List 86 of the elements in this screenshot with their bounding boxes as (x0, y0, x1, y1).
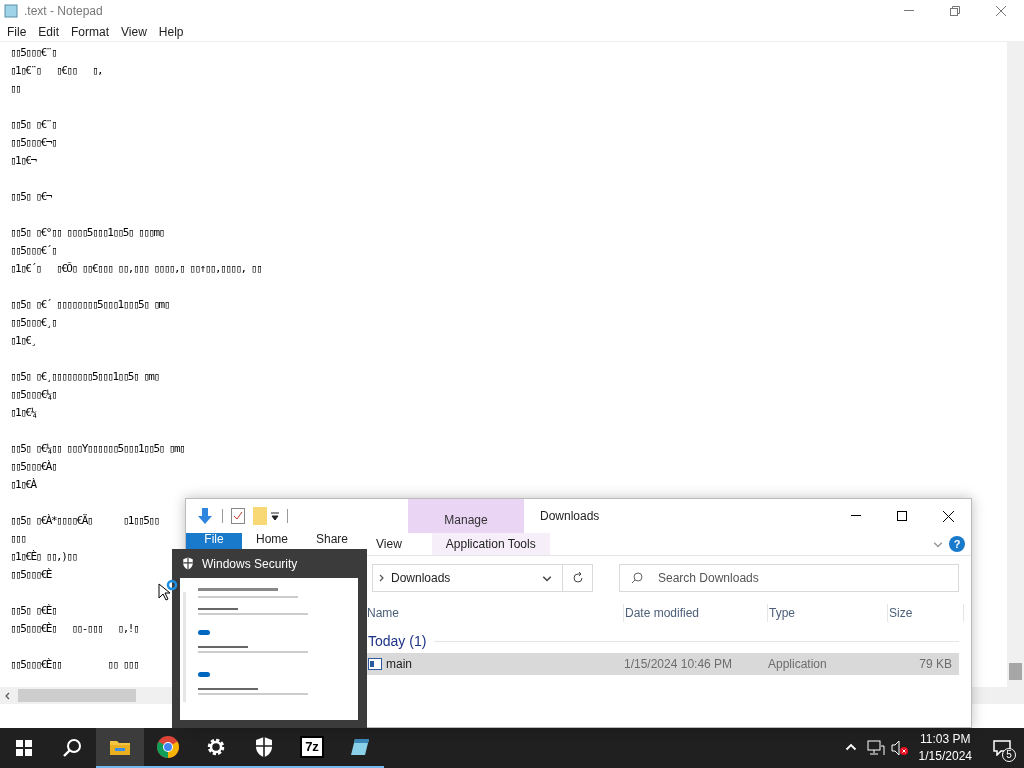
text-line: ▯▯▯ (10, 532, 26, 545)
text-line: ▯▯5▯▯▯€¬▯ (10, 136, 57, 149)
address-bar[interactable]: Downloads (372, 563, 593, 592)
text-line: ▯▯5▯ ▯€´ ▯▯▯▯▯▯▯▯5▯▯▯1▯▯▯5▯ ▯m▯ (10, 298, 169, 311)
column-header[interactable]: Date modified (624, 604, 768, 622)
scrollbar-thumb[interactable] (1009, 663, 1022, 680)
text-line: ▯▯5▯ ▯€¬ (10, 190, 51, 203)
clock-date: 1/15/2024 (918, 748, 972, 765)
close-icon (996, 6, 1006, 16)
windows-icon (16, 740, 32, 756)
text-line: ▯▯5▯▯▯€È▯ ▯▯-▯▯▯ ▯,!▯ (10, 622, 139, 635)
text-line: ▯▯5▯▯▯€¸▯ (10, 316, 57, 329)
file-size: 79 KB (918, 656, 952, 673)
context-tab-title: Manage (444, 512, 488, 529)
file-date: 1/15/2024 10:46 PM (624, 656, 734, 673)
scrollbar-thumb[interactable] (18, 689, 136, 702)
close-icon (942, 510, 954, 522)
text-line: ▯1▯€¬ (10, 154, 36, 167)
gear-icon (206, 737, 226, 757)
minimize-icon (904, 10, 914, 12)
scroll-left-icon[interactable] (4, 691, 12, 700)
folder-icon (109, 738, 131, 756)
help-icon[interactable]: ? (949, 536, 965, 552)
search-field[interactable]: Search Downloads (619, 563, 959, 592)
group-header[interactable]: Today (1) (368, 630, 427, 652)
chat-bubble-icon (993, 740, 1011, 756)
vertical-scrollbar[interactable] (1007, 42, 1024, 704)
search-icon (62, 738, 82, 758)
restore-icon (950, 6, 960, 16)
menu-item[interactable]: Edit (32, 22, 66, 41)
refresh-icon (571, 571, 584, 584)
window-title: .text - Notepad (24, 3, 103, 20)
minimize-icon (851, 515, 861, 517)
clock-time: 11:03 PM (920, 731, 971, 748)
preview-title: Windows Security (202, 555, 298, 573)
notepad-icon (349, 736, 371, 758)
menu-item[interactable]: View (115, 22, 153, 41)
search-icon (631, 571, 643, 584)
window-title: Downloads (540, 508, 600, 525)
text-line: ▯1▯€À (10, 478, 36, 491)
dropdown-icon[interactable] (271, 512, 279, 520)
text-line: ▯▯5▯▯▯€È▯▯ ▯▯ ▯▯▯ (10, 658, 139, 671)
network-icon[interactable] (866, 740, 885, 756)
menu-item[interactable]: File (1, 22, 33, 41)
text-line: ▯▯5▯ ▯€¨▯ (10, 118, 57, 131)
notification-button[interactable]: 5 (980, 728, 1024, 768)
file-row[interactable]: main 1/15/2024 10:46 PM Application 79 KB (366, 653, 959, 675)
shield-icon (254, 736, 274, 758)
properties-icon[interactable] (231, 508, 245, 524)
download-arrow-icon[interactable] (196, 507, 214, 525)
column-header[interactable]: Size (888, 604, 964, 622)
muted-speaker-icon[interactable] (890, 740, 909, 756)
text-line: ▯▯5▯ ▯€À*▯▯▯▯€Ä▯ ▯1▯▯5▯▯ (10, 514, 159, 527)
text-line: ▯▯5▯▯▯€´▯ (10, 244, 57, 257)
ribbon-tab[interactable]: Application Tools (431, 533, 550, 555)
text-line: ▯▯5▯▯▯€È (10, 568, 51, 581)
text-line: ▯▯5▯▯▯€¼▯ (10, 388, 57, 401)
notification-count: 5 (1002, 748, 1016, 762)
file-name: main (386, 656, 412, 673)
text-line: ▯▯5▯▯▯€¨▯ (10, 46, 57, 59)
breadcrumb-separator-icon[interactable] (377, 573, 385, 582)
notepad-icon (4, 4, 18, 18)
text-line: ▯▯5▯ ▯€¸▯▯▯▯▯▯▯▯5▯▯▯1▯▯5▯ ▯m▯ (10, 370, 159, 383)
taskbar-button[interactable] (96, 728, 144, 768)
cursor-icon (157, 579, 179, 601)
menu-item[interactable]: Help (152, 22, 190, 41)
shield-icon (182, 557, 194, 570)
breadcrumb-item[interactable]: Downloads (391, 568, 451, 587)
text-line: ▯1▯€¸ (10, 334, 36, 347)
file-type: Application (768, 656, 828, 673)
text-line: ▯1▯€È▯ ▯▯,)▯▯ (10, 550, 77, 563)
application-icon (368, 658, 382, 670)
window-preview-tooltip[interactable]: Windows Security (172, 549, 367, 728)
maximize-icon (897, 511, 907, 521)
text-line: ▯▯5▯ ▯€°▯▯ ▯▯▯▯5▯▯▯1▯▯5▯ ▯▯▯m▯ (10, 226, 164, 239)
column-header[interactable]: Type (768, 604, 888, 622)
menu-item[interactable]: Format (65, 22, 116, 41)
chrome-icon (156, 735, 180, 759)
archive-app-icon: 7z (300, 736, 324, 758)
text-line: ▯1▯€¼ (10, 406, 36, 419)
text-line: ▯1▯€´▯ ▯€Õ▯ ▯▯€▯▯▯ ▯▯,▯▯▯ ▯▯▯▯,▯ ▯▯↑▯▯,▯▯▯▯, ▯▯ (10, 262, 261, 275)
text-line: ▯▯5▯ ▯€È▯ (10, 604, 57, 617)
text-line: ▯1▯€¨▯ ▯€▯▯ ▯, (10, 64, 103, 77)
text-line: ▯▯ (10, 82, 21, 95)
text-line: ▯▯5▯▯▯€À▯ (10, 460, 57, 473)
text-line: ▯▯5▯ ▯€¼▯▯ ▯▯▯Y▯▯▯▯▯▯5▯▯▯1▯▯5▯ ▯m▯ (10, 442, 185, 455)
